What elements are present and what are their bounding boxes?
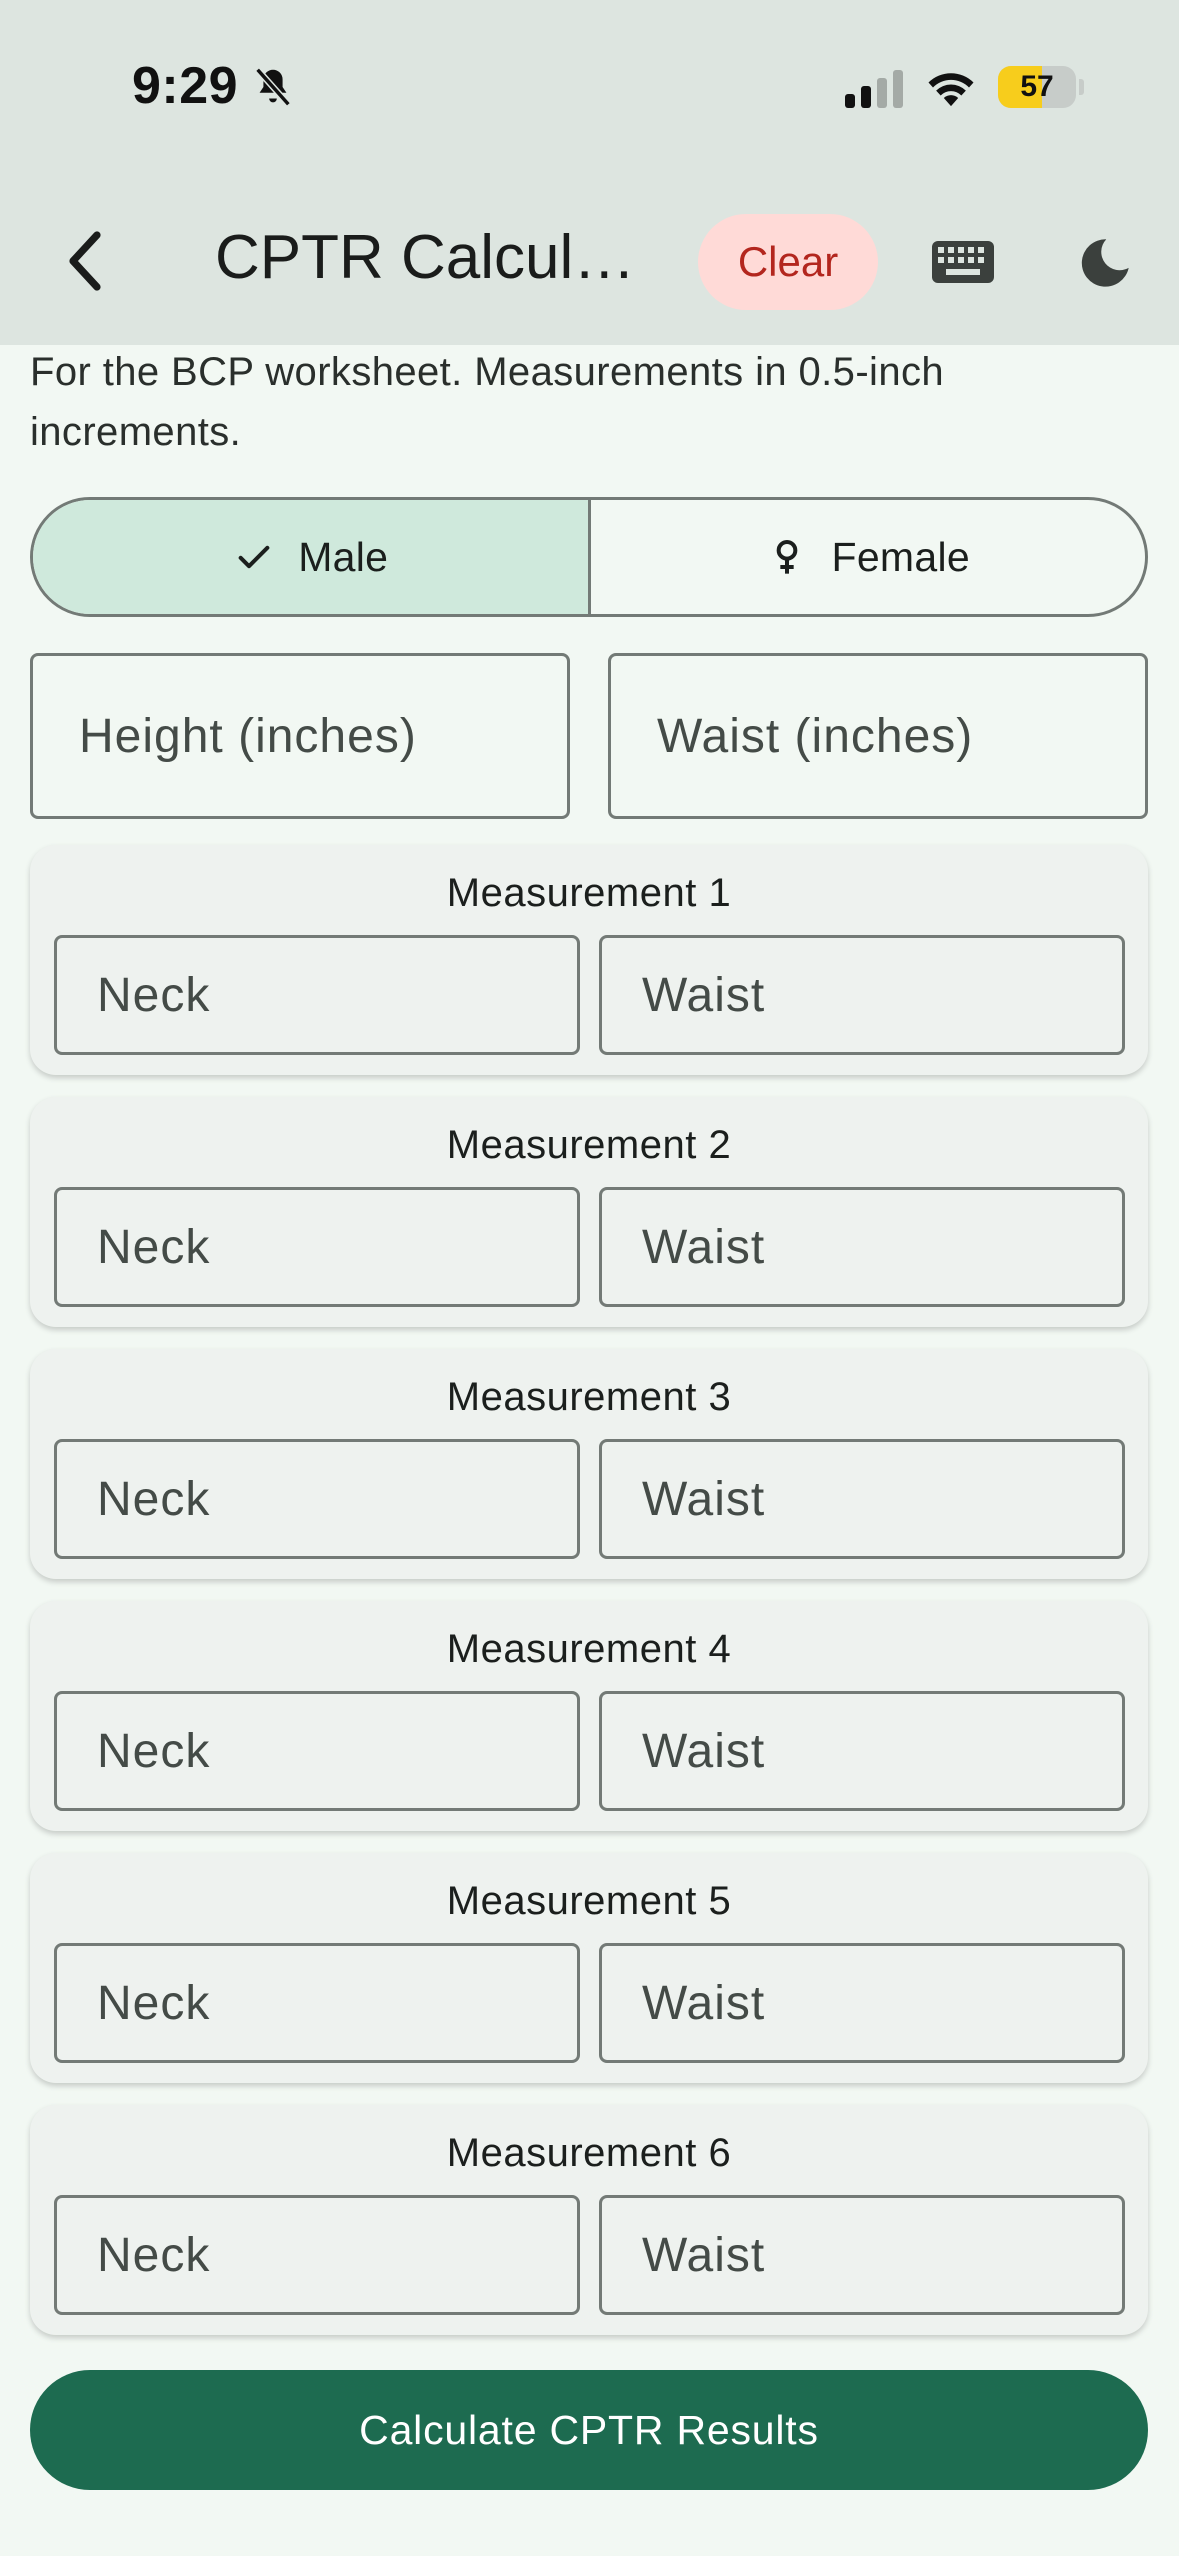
neck-field[interactable] (54, 935, 580, 1055)
keyboard-button[interactable] (918, 222, 1008, 302)
waist-field[interactable] (599, 1187, 1125, 1307)
keyboard-icon (932, 241, 994, 283)
neck-field[interactable] (54, 1691, 580, 1811)
neck-input[interactable] (97, 1219, 577, 1275)
measurement-title: Measurement 5 (446, 1879, 732, 1923)
gender-toggle: Male Female (30, 497, 1148, 617)
calculate-button[interactable]: Calculate CPTR Results (30, 2370, 1148, 2490)
waist-field[interactable] (599, 935, 1125, 1055)
measurement-title: Measurement 4 (446, 1627, 732, 1671)
status-time: 9:29 (132, 57, 239, 115)
measurement-title: Measurement 3 (446, 1375, 732, 1419)
waist-field[interactable] (599, 1691, 1125, 1811)
waist-input[interactable] (657, 708, 1145, 764)
waist-input[interactable] (642, 1975, 1122, 2031)
dark-mode-button[interactable] (1060, 218, 1150, 308)
waist-field[interactable] (608, 653, 1148, 819)
waist-input[interactable] (642, 1219, 1122, 1275)
neck-field[interactable] (54, 1943, 580, 2063)
neck-input[interactable] (97, 1723, 577, 1779)
measurement-card: Measurement 2 (30, 1097, 1148, 1327)
gender-option-label: Female (831, 533, 970, 580)
measurement-card: Measurement 6 (30, 2105, 1148, 2335)
battery-percent: 57 (1020, 70, 1054, 103)
description-text: For the BCP worksheet. Measurements in 0… (30, 350, 945, 454)
cellular-signal-icon (845, 70, 903, 108)
waist-field[interactable] (599, 1439, 1125, 1559)
page-title: CPTR Calcula... (215, 223, 645, 292)
gender-option-label: Male (298, 533, 389, 580)
height-field[interactable] (30, 653, 570, 819)
wifi-icon (928, 73, 974, 107)
height-input[interactable] (79, 708, 567, 764)
measurement-card: Measurement 3 (30, 1349, 1148, 1579)
measurement-card: Measurement 5 (30, 1853, 1148, 2083)
back-button[interactable] (50, 216, 120, 306)
waist-field[interactable] (599, 2195, 1125, 2315)
gender-option-female[interactable]: Female (587, 500, 1146, 614)
female-icon (765, 535, 809, 579)
waist-input[interactable] (642, 2227, 1122, 2283)
neck-field[interactable] (54, 1187, 580, 1307)
neck-field[interactable] (54, 1439, 580, 1559)
waist-field[interactable] (599, 1943, 1125, 2063)
gender-option-male[interactable]: Male (33, 500, 588, 614)
waist-input[interactable] (642, 967, 1122, 1023)
measurement-card: Measurement 4 (30, 1601, 1148, 1831)
neck-input[interactable] (97, 967, 577, 1023)
bell-muted-icon (255, 67, 291, 107)
measurement-card: Measurement 1 (30, 845, 1148, 1075)
measurement-title: Measurement 2 (446, 1123, 732, 1167)
moon-icon (1081, 239, 1129, 287)
neck-input[interactable] (97, 1471, 577, 1527)
neck-field[interactable] (54, 2195, 580, 2315)
battery-nub (1079, 79, 1084, 95)
measurement-title: Measurement 6 (446, 2131, 732, 2175)
battery-indicator: 57 (998, 66, 1076, 108)
check-icon (232, 535, 276, 579)
clear-button[interactable]: Clear (698, 214, 878, 310)
neck-input[interactable] (97, 2227, 577, 2283)
waist-input[interactable] (642, 1723, 1122, 1779)
waist-input[interactable] (642, 1471, 1122, 1527)
neck-input[interactable] (97, 1975, 577, 2031)
app-header: 9:29 57 CPTR Calcula... Clear (0, 0, 1179, 345)
measurement-title: Measurement 1 (446, 871, 732, 915)
chevron-left-icon (69, 231, 101, 291)
